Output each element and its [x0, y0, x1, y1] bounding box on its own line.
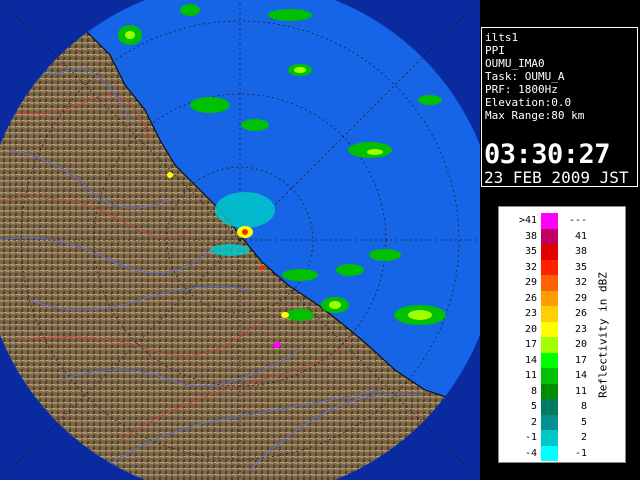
legend-row: -1 2	[499, 430, 627, 446]
legend-color-swatch	[541, 290, 558, 306]
legend-lower-bound: >41	[518, 215, 537, 226]
legend-color-swatch	[541, 244, 558, 260]
legend-lower-bound: 2	[530, 416, 537, 428]
legend-upper-bound: 20	[574, 339, 587, 350]
legend-row: 25	[499, 414, 627, 430]
legend-lower-bound: 35	[524, 246, 537, 257]
legend-color-swatch	[541, 321, 558, 337]
legend-lower-bound: 23	[524, 308, 537, 319]
legend-lower-bound: -4	[524, 447, 537, 459]
scan-type: PPI	[485, 44, 505, 57]
legend-upper-bound: 32	[574, 277, 587, 288]
legend-lower-bound: 38	[524, 230, 537, 242]
legend-upper-bound: 8	[580, 401, 587, 412]
legend-lower-bound: 5	[530, 401, 537, 412]
task-name: Task: OUMU_A	[485, 70, 565, 83]
legend-color-swatch	[541, 368, 558, 384]
legend-upper-bound: 14	[574, 370, 587, 381]
legend-upper-bound: 2	[580, 432, 587, 443]
legend-lower-bound: 11	[524, 370, 537, 381]
legend-lower-bound: 26	[524, 292, 537, 304]
legend-color-swatch	[541, 399, 558, 415]
legend-lower-bound: 20	[524, 323, 537, 335]
legend-row: 58	[499, 399, 627, 415]
reflectivity-legend: >41 --- 38 41 35 38 32 35 29 32 26 29 23 26 20 23 17 20 14…	[498, 206, 626, 463]
scan-time: 03:30:27	[484, 139, 611, 170]
legend-color-swatch	[541, 228, 558, 244]
legend-lower-bound: 32	[524, 261, 537, 273]
legend-color-swatch	[541, 383, 558, 399]
legend-row: 35 38	[499, 244, 627, 260]
legend-upper-bound: 35	[574, 261, 587, 273]
legend-color-swatch	[541, 445, 558, 461]
scan-date: 23 FEB 2009 JST	[484, 168, 629, 187]
legend-upper-bound: 38	[574, 246, 587, 257]
legend-color-swatch	[541, 259, 558, 275]
legend-upper-bound: 5	[580, 416, 587, 428]
legend-color-swatch	[541, 306, 558, 322]
legend-row: >41 ---	[499, 213, 627, 229]
legend-upper-bound: 17	[574, 354, 587, 366]
legend-row: 38 41	[499, 228, 627, 244]
legend-upper-bound: 11	[574, 385, 587, 397]
product-name: OUMU_IMA0	[485, 57, 545, 70]
elevation-value: Elevation:0.0	[485, 96, 572, 109]
legend-row: -4 -1	[499, 445, 627, 461]
legend-upper-bound: 23	[574, 323, 587, 335]
legend-upper-bound: -1	[574, 447, 587, 459]
legend-lower-bound: 8	[530, 385, 537, 397]
legend-lower-bound: 14	[524, 354, 537, 366]
legend-lower-bound: 29	[524, 277, 537, 288]
scan-info-panel: ilts1 PPI OUMU_IMA0 Task: OUMU_A PRF: 18…	[481, 27, 638, 187]
legend-upper-bound: ---	[568, 215, 587, 226]
prf-value: PRF: 1800Hz	[485, 83, 558, 96]
legend-color-swatch	[541, 275, 558, 291]
radar-ppi-display	[0, 0, 480, 480]
legend-color-swatch	[541, 430, 558, 446]
legend-lower-bound: 17	[524, 339, 537, 350]
legend-lower-bound: -1	[524, 432, 537, 443]
legend-upper-bound: 41	[574, 230, 587, 242]
legend-color-swatch	[541, 414, 558, 430]
max-range-value: Max Range:80 km	[485, 109, 585, 122]
radar-name: ilts1	[485, 31, 519, 44]
legend-upper-bound: 26	[574, 308, 587, 319]
legend-color-swatch	[541, 213, 558, 229]
legend-upper-bound: 29	[574, 292, 587, 304]
legend-unit-label: Reflectivity in dBZ	[596, 272, 610, 398]
legend-color-swatch	[541, 352, 558, 368]
legend-color-swatch	[541, 337, 558, 353]
